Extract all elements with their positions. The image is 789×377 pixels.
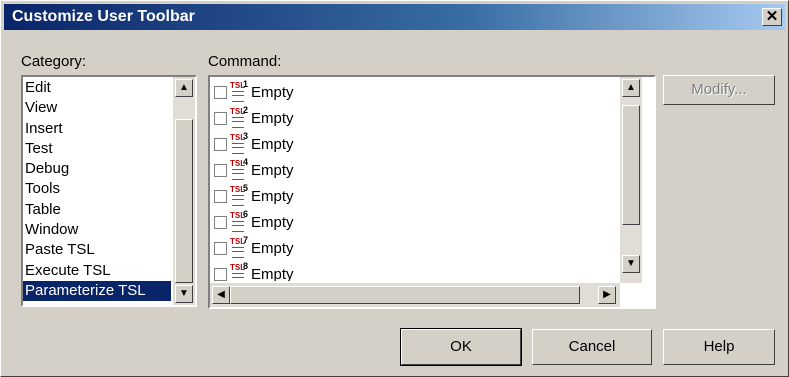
category-item[interactable]: Insert: [23, 119, 173, 139]
scroll-up-icon[interactable]: ▲: [622, 79, 640, 97]
tsl-icon-number: 5: [243, 183, 249, 193]
command-item-label: Empty: [251, 161, 294, 179]
category-item[interactable]: Debug: [23, 159, 173, 179]
command-hscroll-thumb[interactable]: [230, 286, 580, 304]
tsl-script-icon: TSL 2: [230, 105, 249, 129]
command-item-label: Empty: [251, 265, 294, 282]
command-item[interactable]: TSL 4 Empty: [214, 157, 294, 183]
command-checkbox[interactable]: [214, 189, 227, 203]
command-item[interactable]: TSL 7 Empty: [214, 235, 294, 261]
command-item[interactable]: TSL 3 Empty: [214, 131, 294, 157]
tsl-script-icon: TSL 5: [230, 183, 249, 207]
scroll-right-icon[interactable]: ▶: [598, 286, 616, 304]
tsl-icon-number: 3: [243, 131, 249, 141]
tsl-icon-number: 1: [243, 79, 249, 89]
scroll-up-icon[interactable]: ▲: [175, 79, 193, 97]
command-item[interactable]: TSL 5 Empty: [214, 183, 294, 209]
command-item[interactable]: TSL 6 Empty: [214, 209, 294, 235]
tsl-icon-lines: [232, 169, 244, 180]
category-item[interactable]: Paste TSL: [23, 240, 173, 260]
command-hscrollbar[interactable]: ◀ ▶: [210, 283, 620, 307]
category-item[interactable]: Execute TSL: [23, 261, 173, 281]
close-icon[interactable]: ✕: [762, 8, 782, 26]
command-checkbox[interactable]: [214, 137, 227, 151]
command-item-label: Empty: [251, 109, 294, 127]
tsl-icon-number: 7: [243, 235, 249, 245]
modify-button-label: Modify...: [691, 81, 747, 98]
tsl-script-icon: TSL 1: [230, 79, 249, 103]
customize-toolbar-dialog: Customize User Toolbar ✕ Category: Comma…: [0, 0, 789, 377]
help-button-label: Help: [703, 338, 735, 355]
tsl-script-icon: TSL 8: [230, 261, 249, 281]
category-item[interactable]: View: [23, 98, 173, 118]
ok-button[interactable]: OK: [400, 328, 522, 366]
command-item[interactable]: TSL 1 Empty: [214, 79, 294, 105]
title-bar[interactable]: Customize User Toolbar ✕: [4, 4, 785, 30]
scroll-down-icon[interactable]: ▼: [175, 285, 193, 303]
command-checkbox[interactable]: [214, 85, 227, 99]
category-item[interactable]: Tools: [23, 179, 173, 199]
tsl-script-icon: TSL 6: [230, 209, 249, 233]
tsl-script-icon: TSL 3: [230, 131, 249, 155]
cancel-button-label: Cancel: [568, 338, 616, 355]
modify-button[interactable]: Modify...: [663, 75, 775, 105]
tsl-icon-lines: [232, 143, 244, 154]
tsl-icon-number: 2: [243, 105, 249, 115]
help-button[interactable]: Help: [663, 329, 775, 365]
category-label: Category:: [21, 53, 87, 70]
command-scroll-thumb[interactable]: [622, 105, 640, 225]
command-item-label: Empty: [251, 213, 294, 231]
command-label: Command:: [208, 53, 282, 70]
tsl-icon-number: 4: [243, 157, 249, 167]
category-item[interactable]: Window: [23, 220, 173, 240]
command-checkbox[interactable]: [214, 241, 227, 255]
scroll-left-icon[interactable]: ◀: [212, 286, 230, 304]
category-item[interactable]: Parameterize TSL: [23, 280, 171, 302]
tsl-icon-lines: [232, 221, 244, 232]
category-scrollbar[interactable]: ▲ ▼: [173, 77, 195, 305]
ok-button-label: OK: [450, 338, 472, 355]
command-item[interactable]: TSL 2 Empty: [214, 105, 294, 131]
scroll-down-icon[interactable]: ▼: [622, 255, 640, 273]
tsl-script-icon: TSL 4: [230, 157, 249, 181]
command-item-label: Empty: [251, 135, 294, 153]
tsl-icon-number: 6: [243, 209, 249, 219]
command-item[interactable]: TSL 8 Empty: [214, 261, 294, 281]
category-scroll-thumb[interactable]: [175, 119, 193, 283]
dialog-title: Customize User Toolbar: [12, 8, 195, 25]
command-checkbox[interactable]: [214, 215, 227, 229]
category-list[interactable]: Edit View Insert Test Debug Tools Table Window P…: [21, 75, 197, 307]
command-checkbox[interactable]: [214, 267, 227, 281]
command-item-label: Empty: [251, 187, 294, 205]
category-item[interactable]: Edit: [23, 78, 173, 98]
tsl-script-icon: TSL 7: [230, 235, 249, 259]
command-item-label: Empty: [251, 83, 294, 101]
command-checkbox[interactable]: [214, 163, 227, 177]
command-item-label: Empty: [251, 239, 294, 257]
tsl-icon-lines: [232, 117, 244, 128]
tsl-icon-number: 8: [243, 261, 249, 271]
cancel-button[interactable]: Cancel: [532, 329, 652, 365]
tsl-icon-lines: [232, 273, 244, 281]
category-item[interactable]: Test: [23, 139, 173, 159]
command-checkbox[interactable]: [214, 111, 227, 125]
tsl-icon-lines: [232, 195, 244, 206]
command-list[interactable]: TSL 1 Empty TSL 2 Empty TSL 3 Empty TSL 4 Empty TSL 5…: [208, 75, 656, 309]
tsl-icon-lines: [232, 247, 244, 258]
command-vscrollbar[interactable]: ▲ ▼: [620, 77, 642, 283]
tsl-icon-lines: [232, 91, 244, 102]
category-item[interactable]: Table: [23, 200, 173, 220]
